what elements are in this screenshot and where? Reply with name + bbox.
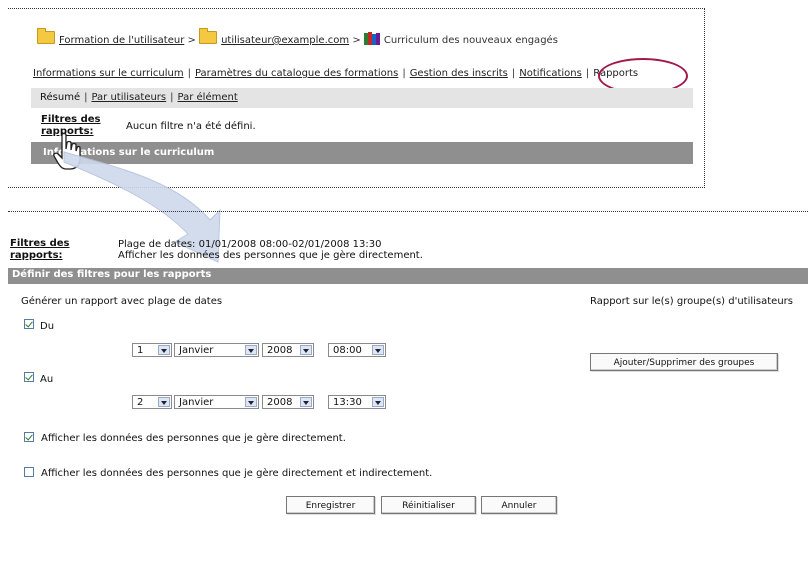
folder-icon: [37, 28, 55, 44]
to-month-select[interactable]: Janvier: [174, 395, 259, 409]
books-icon: [363, 32, 380, 45]
option-indirect-checkbox[interactable]: [24, 467, 34, 477]
from-checkbox[interactable]: [24, 319, 34, 329]
filters-direct: Afficher les données des personnes que j…: [118, 250, 423, 261]
chevron-down-icon: [158, 345, 170, 355]
tab-curriculum-info[interactable]: Informations sur le curriculum: [33, 68, 184, 79]
filters-summary: Plage de dates: 01/01/2008 08:00-02/01/2…: [118, 239, 423, 261]
folder-icon: [199, 28, 218, 44]
to-checkbox[interactable]: [24, 372, 34, 382]
chevron-down-icon: [300, 345, 312, 355]
option-indirect-label: Afficher les données des personnes que j…: [41, 468, 433, 479]
tab-notifications[interactable]: Notifications: [519, 68, 582, 79]
from-day-select[interactable]: 1: [132, 343, 172, 357]
subnav-summary[interactable]: Résumé: [40, 92, 80, 103]
filters-date-range: Plage de dates: 01/01/2008 08:00-02/01/2…: [118, 239, 382, 250]
breadcrumb-separator: >: [352, 35, 361, 46]
option-direct-label: Afficher les données des personnes que j…: [41, 433, 346, 444]
to-day-select[interactable]: 2: [132, 395, 172, 409]
chevron-down-icon: [158, 397, 170, 407]
add-remove-groups-button[interactable]: Ajouter/Supprimer des groupes: [590, 353, 778, 371]
tab-catalog-settings[interactable]: Paramètres du catalogue des formations: [195, 68, 398, 79]
chevron-down-icon: [245, 345, 257, 355]
group-report-title: Rapport sur le(s) groupe(s) d'utilisateu…: [590, 296, 793, 307]
save-button[interactable]: Enregistrer: [286, 496, 375, 514]
subnav-by-users[interactable]: Par utilisateurs: [91, 92, 166, 103]
tab-bar: Informations sur le curriculum | Paramètre…: [33, 68, 639, 79]
chevron-down-icon: [300, 397, 312, 407]
cancel-button[interactable]: Annuler: [481, 496, 557, 514]
subnav: Résumé | Par utilisateurs | Par élément: [40, 92, 238, 103]
breadcrumb-link-user-training[interactable]: Formation de l'utilisateur: [59, 35, 184, 46]
breadcrumb: Formation de l'utilisateur > utilisateur…: [37, 28, 558, 46]
chevron-down-icon: [372, 345, 384, 355]
define-filters-bar: Définir des filtres pour les rapports: [8, 268, 808, 284]
from-time-select[interactable]: 08:00: [328, 343, 386, 357]
to-year-select[interactable]: 2008: [262, 395, 314, 409]
subnav-by-element[interactable]: Par élément: [178, 92, 238, 103]
top-filters-value: Aucun filtre n'a été défini.: [126, 121, 256, 132]
reset-button[interactable]: Réinitialiser: [381, 496, 476, 514]
breadcrumb-separator: >: [187, 35, 196, 46]
to-label: Au: [40, 374, 54, 385]
date-range-title: Générer un rapport avec plage de dates: [21, 296, 223, 307]
option-direct-checkbox[interactable]: [24, 432, 34, 442]
to-time-select[interactable]: 13:30: [328, 395, 386, 409]
tab-enrollee-management[interactable]: Gestion des inscrits: [410, 68, 508, 79]
breadcrumb-current: Curriculum des nouveaux engagés: [383, 35, 558, 46]
from-year-select[interactable]: 2008: [262, 343, 314, 357]
from-label: Du: [40, 321, 55, 332]
chevron-down-icon: [372, 397, 384, 407]
filters-label[interactable]: Filtres des rapports:: [10, 238, 70, 262]
breadcrumb-link-user[interactable]: utilisateur@example.com: [221, 35, 349, 46]
form-top-divider: [8, 211, 808, 212]
from-month-select[interactable]: Janvier: [174, 343, 259, 357]
chevron-down-icon: [245, 397, 257, 407]
